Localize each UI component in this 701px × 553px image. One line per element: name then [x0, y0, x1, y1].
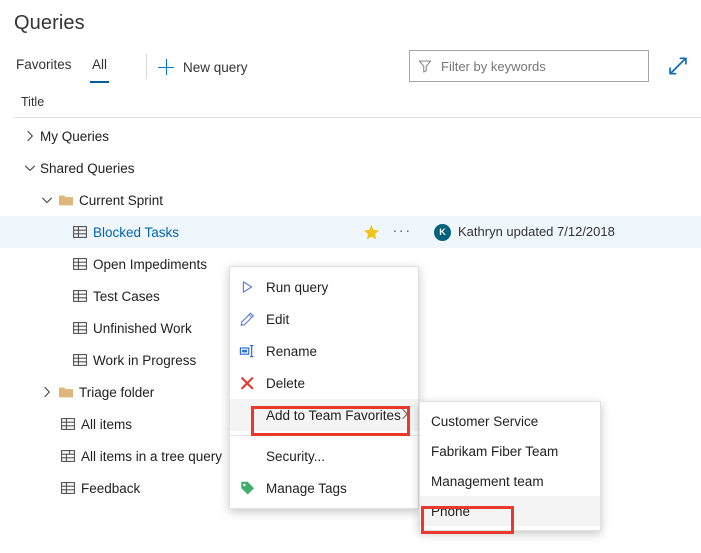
star-filled-icon	[363, 224, 380, 241]
tab-favorites-label: Favorites	[16, 57, 72, 72]
menu-item-security[interactable]: Security...	[230, 440, 418, 472]
tree-row-label: My Queries	[40, 129, 109, 144]
chevron-right-icon	[22, 128, 38, 144]
tree-row-label: Blocked Tasks	[93, 225, 179, 240]
tree-row-label: All items	[81, 417, 132, 432]
expand-panel-button[interactable]	[664, 52, 692, 80]
menu-item-delete[interactable]: Delete	[230, 367, 418, 399]
submenu-item-label: Fabrikam Fiber Team	[431, 444, 558, 459]
chevron-down-icon	[22, 160, 38, 176]
tree-row-label: Triage folder	[79, 385, 154, 400]
column-header-title: Title	[21, 95, 44, 109]
team-favorites-submenu: Customer Service Fabrikam Fiber Team Manag…	[419, 401, 601, 531]
tree-row-my-queries[interactable]: My Queries	[0, 120, 701, 152]
tree-row-icon	[72, 256, 88, 272]
menu-item-manage-tags[interactable]: Manage Tags	[230, 472, 418, 504]
query-grid-icon	[72, 320, 88, 336]
chevron-down-icon	[39, 192, 55, 208]
new-query-button[interactable]: New query	[158, 54, 248, 80]
query-grid-icon	[60, 480, 76, 496]
tree-row-icon	[58, 192, 74, 208]
new-query-label: New query	[183, 60, 248, 75]
tree-row-label: Test Cases	[93, 289, 160, 304]
toolbar-divider	[146, 54, 147, 79]
tab-favorites[interactable]: Favorites	[14, 53, 74, 81]
more-actions-button[interactable]: ···	[392, 222, 412, 242]
tree-row-label: Feedback	[81, 481, 140, 496]
plus-icon	[158, 59, 174, 75]
tree-row-chevron[interactable]	[22, 160, 38, 176]
tree-row-chevron[interactable]	[39, 192, 55, 208]
tree-row-icon	[60, 448, 76, 464]
menu-item-label: Delete	[266, 376, 305, 391]
submenu-item-customer-service[interactable]: Customer Service	[420, 406, 600, 436]
funnel-icon	[418, 59, 432, 73]
page-title: Queries	[14, 12, 85, 35]
menu-item-label: Run query	[266, 280, 328, 295]
chevron-right-icon	[39, 384, 55, 400]
tab-active-underline	[90, 81, 109, 83]
tree-row-icon	[60, 416, 76, 432]
tree-row-label: Work in Progress	[93, 353, 196, 368]
search-input[interactable]	[441, 59, 640, 74]
menu-item-label: Rename	[266, 344, 317, 359]
menu-item-rename[interactable]: Rename	[230, 335, 418, 367]
tree-row-chevron[interactable]	[22, 128, 38, 144]
menu-item-label: Add to Team Favorites	[266, 408, 401, 423]
menu-item-label: Security...	[266, 449, 325, 464]
submenu-item-label: Management team	[431, 474, 544, 489]
menu-separator	[230, 435, 418, 436]
submenu-item-label: Phone	[431, 504, 470, 519]
query-grid-icon	[60, 416, 76, 432]
tree-row-blocked-tasks[interactable]: Blocked Tasks ··· K Kathryn updated 7/12/20…	[0, 216, 701, 248]
query-grid-icon	[72, 224, 88, 240]
menu-item-run-query[interactable]: Run query	[230, 271, 418, 303]
tree-row-shared-queries[interactable]: Shared Queries	[0, 152, 701, 184]
favorite-star-button[interactable]	[363, 224, 380, 241]
submenu-item-phone[interactable]: Phone	[420, 496, 600, 526]
menu-item-label: Manage Tags	[266, 481, 347, 496]
last-updated-text: Kathryn updated 7/12/2018	[458, 224, 615, 239]
run-triangle-icon	[239, 279, 256, 296]
expand-diagonal-icon	[664, 52, 692, 80]
header-divider	[14, 117, 701, 118]
tree-row-label: Shared Queries	[40, 161, 135, 176]
query-tree-icon	[60, 448, 76, 464]
tree-row-label: Current Sprint	[79, 193, 163, 208]
tree-row-icon	[60, 480, 76, 496]
tree-row-chevron[interactable]	[39, 384, 55, 400]
queries-page: Queries Favorites All New query Title	[0, 0, 701, 553]
delete-x-icon	[239, 375, 256, 392]
submenu-item-fabrikam-fiber-team[interactable]: Fabrikam Fiber Team	[420, 436, 600, 466]
folder-icon	[58, 192, 74, 208]
tree-row-label: Open Impediments	[93, 257, 207, 272]
tree-row-icon	[72, 320, 88, 336]
tab-all[interactable]: All	[90, 53, 109, 81]
tree-row-icon	[72, 288, 88, 304]
tree-row-label: Unfinished Work	[93, 321, 192, 336]
submenu-item-label: Customer Service	[431, 414, 538, 429]
context-menu: Run query Edit Rename Delete Add to Team Fav…	[229, 266, 419, 509]
menu-item-add-to-team-favorites[interactable]: Add to Team Favorites	[230, 399, 418, 431]
avatar: K	[434, 224, 451, 241]
menu-item-edit[interactable]: Edit	[230, 303, 418, 335]
tag-icon	[239, 480, 256, 497]
tab-all-label: All	[92, 57, 107, 72]
tree-row-icon	[72, 352, 88, 368]
folder-icon	[58, 384, 74, 400]
tree-row-icon	[58, 384, 74, 400]
grid-column-header: Title	[0, 92, 701, 118]
tree-row-icon	[72, 224, 88, 240]
query-grid-icon	[72, 288, 88, 304]
tree-row-label: All items in a tree query	[81, 449, 222, 464]
menu-item-label: Edit	[266, 312, 289, 327]
pencil-icon	[239, 311, 256, 328]
filter-box[interactable]	[409, 50, 649, 82]
rename-icon	[239, 343, 256, 360]
chevron-right-icon	[398, 407, 412, 421]
query-grid-icon	[72, 352, 88, 368]
tree-row-current-sprint[interactable]: Current Sprint	[0, 184, 701, 216]
query-grid-icon	[72, 256, 88, 272]
submenu-item-management-team[interactable]: Management team	[420, 466, 600, 496]
